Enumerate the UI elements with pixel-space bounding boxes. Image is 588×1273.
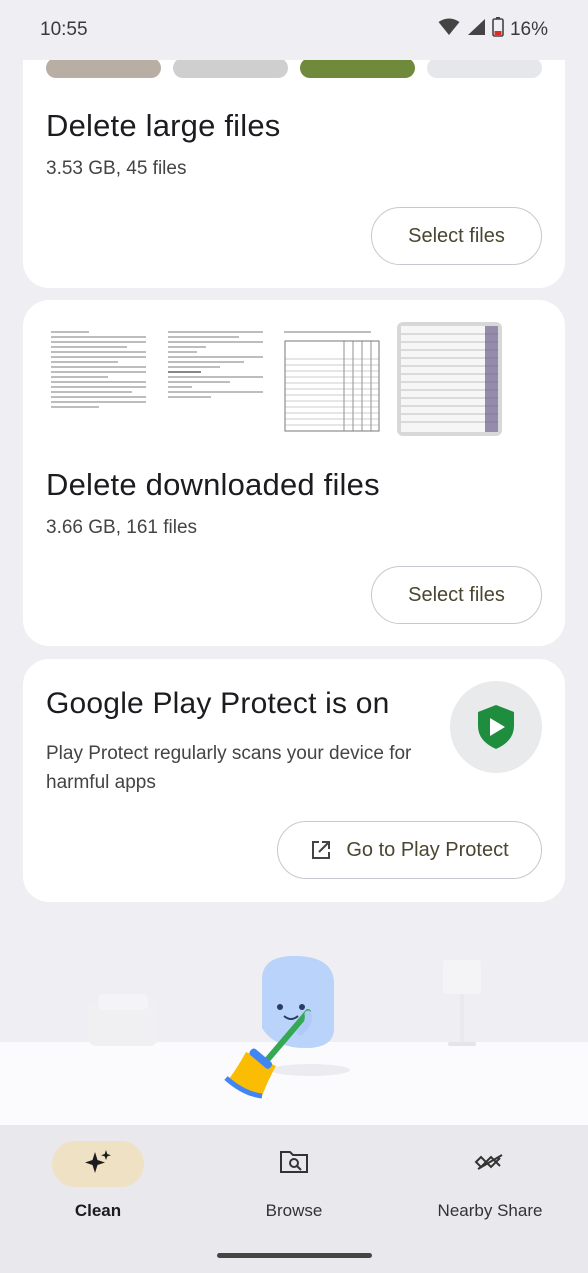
nav-label: Clean <box>74 1201 122 1220</box>
card-title: Delete downloaded files <box>46 467 380 502</box>
document-thumbnail[interactable] <box>46 322 151 436</box>
play-protect-card: Google Play Protect is on Play Protect r… <box>23 659 565 902</box>
file-thumbnail[interactable] <box>46 58 161 78</box>
downloaded-files-thumbnails <box>46 322 502 436</box>
card-title: Google Play Protect is on <box>46 687 390 720</box>
nav-item-clean[interactable]: Clean <box>0 1141 196 1221</box>
nav-icon-container <box>444 1141 536 1187</box>
file-thumbnail[interactable] <box>300 58 415 78</box>
file-thumbnail[interactable] <box>173 58 288 78</box>
nav-label: Nearby Share <box>437 1201 543 1220</box>
bottom-navigation: Clean Browse Nearby Share <box>0 1125 588 1273</box>
battery-percent: 16% <box>509 19 548 40</box>
play-protect-description: Play Protect regularly scans your device… <box>46 743 412 793</box>
select-files-button[interactable]: Select files <box>371 566 542 624</box>
nav-item-nearby-share[interactable]: Nearby Share <box>392 1141 588 1221</box>
nearby-share-icon <box>474 1153 506 1176</box>
card-subtitle: 3.66 GB, 161 files <box>46 517 198 538</box>
cleaning-mascot-illustration <box>0 920 588 1125</box>
status-icons: 16% <box>438 17 548 43</box>
sparkle-icon <box>82 1148 114 1181</box>
document-thumbnail[interactable] <box>280 322 385 436</box>
nav-label: Browse <box>265 1201 323 1220</box>
document-thumbnail[interactable] <box>397 322 502 436</box>
play-protect-shield-icon <box>450 681 542 773</box>
button-label: Go to Play Protect <box>346 838 509 861</box>
status-bar: 10:55 16% <box>0 0 588 60</box>
downloaded-files-card: Delete downloaded files 3.66 GB, 161 fil… <box>23 300 565 646</box>
large-files-card: Delete large files 3.53 GB, 45 files Sel… <box>23 30 565 288</box>
large-files-thumbnails <box>46 58 542 78</box>
select-files-button[interactable]: Select files <box>371 207 542 265</box>
nav-item-browse[interactable]: Browse <box>196 1141 392 1221</box>
wifi-icon <box>438 18 460 42</box>
card-subtitle: 3.53 GB, 45 files <box>46 158 187 179</box>
battery-icon <box>492 17 504 43</box>
document-thumbnail[interactable] <box>163 322 268 436</box>
home-indicator[interactable] <box>217 1253 372 1258</box>
open-external-icon <box>310 839 332 861</box>
nav-icon-container <box>248 1141 340 1187</box>
go-to-play-protect-button[interactable]: Go to Play Protect <box>277 821 542 879</box>
card-title: Delete large files <box>46 108 281 143</box>
browse-folder-icon <box>279 1149 309 1180</box>
nav-active-indicator <box>52 1141 144 1187</box>
file-thumbnail[interactable] <box>427 58 542 78</box>
status-time: 10:55 <box>40 19 88 40</box>
cell-signal-icon <box>466 18 486 42</box>
